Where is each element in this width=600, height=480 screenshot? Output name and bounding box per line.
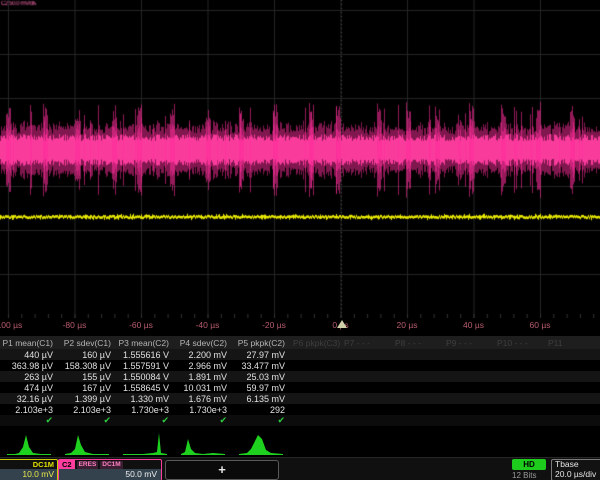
oscilloscope-screen: C2 50.0 mV/div -100 µs -80 µs -60 µs -40 µs…	[0, 0, 600, 480]
measure-value-r5c2: 1.399 µV	[58, 394, 116, 404]
measure-histicon-p5[interactable]	[239, 431, 283, 455]
measure-value-r3c5: 25.03 mV	[232, 372, 290, 382]
measure-value-r1c1: 440 µV	[0, 350, 58, 360]
measure-histicon-p3[interactable]	[123, 431, 167, 455]
measure-status-ok-p5: ✔	[232, 415, 290, 426]
measure-value-r4c4: 10.031 mV	[174, 383, 232, 393]
measure-header-p9[interactable]: P9 - - -	[443, 338, 494, 348]
measure-value-r3c2: 155 µV	[58, 372, 116, 382]
c2-scale-value: 50.0 mV	[59, 469, 161, 480]
measure-header-p7[interactable]: P7 - - -	[341, 338, 392, 348]
measure-status-row: ✔✔✔✔✔	[0, 415, 600, 426]
measure-value-r5c3: 1.330 mV	[116, 394, 174, 404]
timebase-descriptor[interactable]: Tbase 20.0 µs/div	[551, 459, 600, 480]
measure-header-p4[interactable]: P4 sdev(C2)	[174, 338, 232, 348]
trigger-time-marker[interactable]	[337, 320, 347, 328]
c2-eres-badge: ERES	[77, 461, 99, 469]
measure-value-r1c4: 2.200 mV	[174, 350, 232, 360]
measure-value-r2c5: 33.477 mV	[232, 361, 290, 371]
measure-value-r3c1: 263 µV	[0, 372, 58, 382]
bottom-bar: DC1M 10.0 mV C2 ERES DC1M 50.0 mV + HD 1…	[0, 457, 600, 480]
time-axis-label: 40 µs	[463, 320, 484, 330]
measure-value-r5c1: 32.16 µV	[0, 394, 58, 404]
measure-value-r5c4: 1.676 mV	[174, 394, 232, 404]
time-axis-label: -40 µs	[196, 320, 220, 330]
time-axis-label: -60 µs	[129, 320, 153, 330]
measure-value-r2c1: 363.98 µV	[0, 361, 58, 371]
measure-histicon-p2[interactable]	[65, 431, 109, 455]
time-axis-label: -20 µs	[262, 320, 286, 330]
measure-value-r2c4: 2.966 mV	[174, 361, 232, 371]
time-axis-label: 60 µs	[530, 320, 551, 330]
measure-header-p3[interactable]: P3 mean(C2)	[116, 338, 174, 348]
measure-value-r3c3: 1.550084 V	[116, 372, 174, 382]
c1-scale-value: 10.0 mV	[0, 469, 57, 480]
measure-header-p6[interactable]: P6 pkpk(C3)	[290, 338, 341, 348]
channel-c1-descriptor[interactable]: DC1M 10.0 mV	[0, 459, 58, 480]
measure-histicon-p4[interactable]	[181, 431, 225, 455]
measure-value-r4c2: 167 µV	[58, 383, 116, 393]
measure-value-r5c5: 6.135 mV	[232, 394, 290, 404]
timebase-label: Tbase	[552, 460, 600, 469]
measure-value-r1c3: 1.555616 V	[116, 350, 174, 360]
hd-bits-label: 12 Bits	[512, 471, 536, 480]
measure-value-r4c1: 474 µV	[0, 383, 58, 393]
measure-value-r6c4: 1.730e+3	[174, 405, 232, 415]
c2-label: C2	[59, 460, 75, 469]
c1-coupling-label: DC1M	[0, 460, 57, 469]
add-trace-button[interactable]: +	[165, 460, 279, 480]
measure-header-p11[interactable]: P11	[545, 338, 596, 348]
measure-value-r1c5: 27.97 mV	[232, 350, 290, 360]
measure-value-r4c3: 1.558645 V	[116, 383, 174, 393]
measure-stat-row: 263 µV155 µV1.550084 V1.891 mV25.03 mV	[0, 371, 600, 382]
time-axis-label: -80 µs	[63, 320, 87, 330]
measure-header-p5[interactable]: P5 pkpk(C2)	[232, 338, 290, 348]
measure-header-p8[interactable]: P8 - - -	[392, 338, 443, 348]
time-axis-label: -100 µs	[0, 320, 22, 330]
trace-annotation: C2 50.0 mV/div	[1, 0, 36, 9]
measure-stat-row: 2.103e+32.103e+31.730e+31.730e+3292	[0, 404, 600, 415]
measure-stat-row: 363.98 µV158.308 µV1.557591 V2.966 mV33.…	[0, 360, 600, 371]
measure-header-p10[interactable]: P10 - - -	[494, 338, 545, 348]
measure-value-r6c3: 1.730e+3	[116, 405, 174, 415]
measure-value-r6c5: 292	[232, 405, 290, 415]
waveform-grid[interactable]	[0, 0, 600, 318]
measure-value-r4c5: 59.97 mV	[232, 383, 290, 393]
measure-status-ok-p3: ✔	[116, 415, 174, 426]
measure-value-r2c2: 158.308 µV	[58, 361, 116, 371]
measure-value-r1c2: 160 µV	[58, 350, 116, 360]
measure-stat-row: 32.16 µV1.399 µV1.330 mV1.676 mV6.135 mV	[0, 393, 600, 404]
channel-c2-descriptor[interactable]: C2 ERES DC1M 50.0 mV	[58, 459, 162, 480]
measure-stat-row: 474 µV167 µV1.558645 V10.031 mV59.97 mV	[0, 382, 600, 393]
measure-histicons	[0, 430, 600, 457]
time-axis: -100 µs-80 µs-60 µs-40 µs-20 µs0 µs20 µs…	[0, 318, 600, 334]
measure-status-ok-p4: ✔	[174, 415, 232, 426]
measure-table: P1 mean(C1)P2 sdev(C1)P3 mean(C2)P4 sdev…	[0, 336, 600, 426]
measure-value-r6c2: 2.103e+3	[58, 405, 116, 415]
measure-header-p1[interactable]: P1 mean(C1)	[0, 338, 58, 348]
measure-status-ok-p2: ✔	[58, 415, 116, 426]
measure-header-p2[interactable]: P2 sdev(C1)	[58, 338, 116, 348]
measure-value-r3c4: 1.891 mV	[174, 372, 232, 382]
measure-histicon-p1[interactable]	[7, 431, 51, 455]
c2-coupling-badge: DC1M	[100, 461, 122, 469]
timebase-value: 20.0 µs/div	[552, 469, 600, 480]
measure-stat-row: 440 µV160 µV1.555616 V2.200 mV27.97 mV	[0, 349, 600, 360]
measure-value-r2c3: 1.557591 V	[116, 361, 174, 371]
time-axis-label: 20 µs	[397, 320, 418, 330]
measure-status-ok-p1: ✔	[0, 415, 58, 426]
hd-mode-badge[interactable]: HD	[512, 459, 546, 470]
measure-value-r6c1: 2.103e+3	[0, 405, 58, 415]
